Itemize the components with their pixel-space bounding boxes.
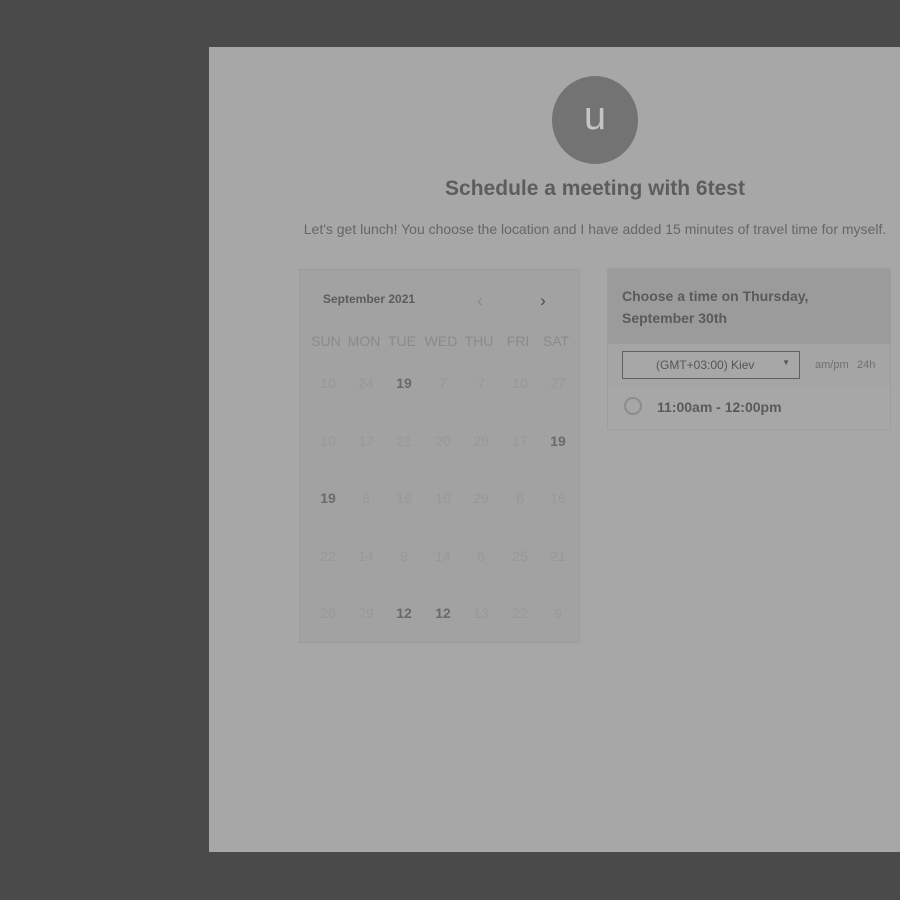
- calendar-day: 20: [435, 432, 451, 449]
- calendar-day: 6: [516, 490, 524, 506]
- weekday-header: TUE: [388, 333, 416, 349]
- calendar-day: 9: [400, 547, 408, 564]
- calendar-day: 6: [477, 547, 485, 564]
- calendar-day: 7: [477, 375, 485, 391]
- page-subtitle: Let's get lunch! You choose the location…: [303, 221, 887, 237]
- calendar-day: 27: [550, 375, 566, 391]
- format-24h-toggle[interactable]: 24h: [857, 359, 875, 371]
- calendar-day[interactable]: 12: [385, 605, 423, 621]
- calendar-day: 25: [512, 547, 528, 564]
- calendar-day: 26: [320, 605, 336, 621]
- weekday-header: MON: [347, 333, 381, 349]
- calendar-day: 10: [320, 432, 336, 449]
- calendar-day[interactable]: 12: [424, 605, 462, 621]
- weekday-header: SAT: [542, 333, 570, 349]
- calendar-day: 21: [396, 432, 412, 449]
- page-title: Schedule a meeting with 6test: [445, 177, 745, 200]
- calendar-day[interactable]: 19: [539, 433, 577, 449]
- calendar-day: 13: [473, 605, 489, 621]
- time-picker-card: Choose a time on Thursday, September 30t…: [608, 269, 890, 429]
- calendar-day: 10: [320, 375, 336, 391]
- time-picker-heading: Choose a time on Thursday, September 30t…: [622, 288, 809, 326]
- calendar-day: 17: [358, 432, 374, 449]
- weekday-header: SUN: [311, 333, 341, 349]
- time-slot-label: 11:00am - 12:00pm: [657, 399, 782, 415]
- calendar-day: 21: [550, 547, 566, 564]
- calendar-day: 22: [512, 605, 528, 621]
- calendar-day: 29: [473, 490, 489, 506]
- calendar-day: 10: [435, 490, 451, 506]
- time-slot[interactable]: 11:00am - 12:00pm: [608, 387, 890, 429]
- calendar-day[interactable]: 19: [385, 375, 423, 391]
- weekday-header: WED: [424, 333, 458, 349]
- calendar-month-label: September 2021: [323, 292, 416, 306]
- chevron-left-icon[interactable]: ‹: [472, 292, 488, 310]
- calendar-day: 29: [358, 605, 374, 621]
- calendar-day: 22: [320, 547, 336, 564]
- calendar: September 2021 ‹ › SUN MON TUE WED THU FRI SAT…: [300, 270, 579, 642]
- caret-down-icon: ▼: [782, 358, 790, 367]
- time-picker-header: Choose a time on Thursday, September 30t…: [608, 269, 890, 344]
- calendar-day[interactable]: 19: [309, 490, 347, 506]
- weekday-header: THU: [464, 333, 494, 349]
- calendar-day: 8: [362, 490, 370, 506]
- calendar-day: 17: [512, 432, 528, 449]
- calendar-day: 24: [358, 375, 374, 391]
- calendar-day: 14: [358, 547, 374, 564]
- weekday-header: FRI: [506, 333, 530, 349]
- avatar: u: [552, 76, 638, 164]
- radio-button[interactable]: [624, 397, 642, 415]
- calendar-day: 16: [550, 490, 566, 506]
- timezone-select[interactable]: (GMT+03:00) Kiev ▼: [622, 351, 800, 379]
- format-ampm-toggle[interactable]: am/pm: [815, 359, 849, 371]
- calendar-day: 10: [512, 375, 528, 391]
- timezone-select-value: (GMT+03:00) Kiev: [656, 358, 755, 372]
- calendar-day: 7: [439, 375, 447, 391]
- calendar-day: 16: [396, 490, 412, 506]
- calendar-day: 14: [435, 547, 451, 564]
- chevron-right-icon[interactable]: ›: [535, 292, 551, 310]
- calendar-day: 9: [554, 605, 562, 621]
- calendar-day: 29: [473, 432, 489, 449]
- scheduling-panel: u Schedule a meeting with 6test Let's ge…: [209, 47, 900, 852]
